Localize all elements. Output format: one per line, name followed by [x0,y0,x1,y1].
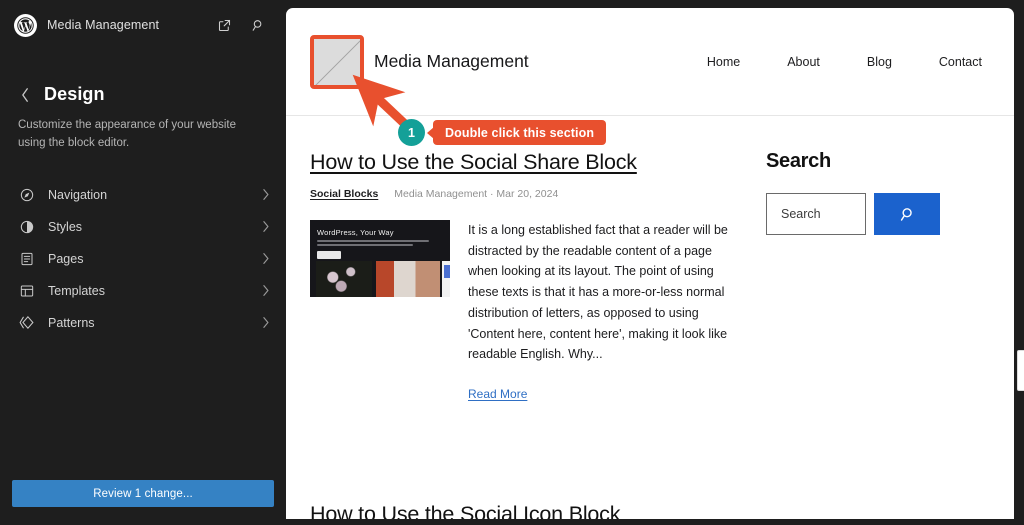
search-icon [898,205,917,224]
thumbnail-line [317,239,429,242]
search-widget-title: Search [766,150,831,172]
sidebar-footer: Review 1 change... [0,480,286,525]
post-column: How to Use the Social Share Block Social… [310,150,742,403]
sidebar-item-styles[interactable]: Styles [0,211,286,243]
editor-canvas-wrap: Media Management Home About Blog Contact… [286,0,1024,525]
post-title-link[interactable]: How to Use the Social Share Block [310,150,637,174]
thumbnail-preview-1 [316,260,372,297]
editor-canvas[interactable]: Media Management Home About Blog Contact… [286,8,1014,519]
nav-link-about[interactable]: About [787,55,820,69]
page-title: Design [44,84,105,104]
editor-sidebar: Media Management Design Customize the ap… [0,0,286,525]
design-panel-description: Customize the appearance of your website… [18,119,236,149]
patterns-diamonds-icon [18,314,35,331]
thumbnail-button-shape [317,250,341,259]
sidebar-item-label: Patterns [48,315,95,330]
review-changes-button[interactable]: Review 1 change... [12,480,274,507]
nav-link-blog[interactable]: Blog [867,55,892,69]
thumbnail-line [317,243,413,246]
chevron-right-icon [261,220,270,233]
post-meta: Social Blocks Media Management · Mar 20,… [310,188,742,200]
sidebar-item-label: Styles [48,219,83,234]
post-author-date: Media Management · Mar 20, 2024 [394,187,559,200]
site-header-block[interactable]: Media Management Home About Blog Contact [286,8,1014,116]
chevron-right-icon [261,284,270,297]
pages-document-icon [18,250,35,267]
chevron-right-icon [261,316,270,329]
chevron-right-icon [261,188,270,201]
thumbnail-heading: WordPress, Your Way [317,227,394,237]
sidebar-header: Media Management [0,0,286,50]
post-category-link[interactable]: Social Blocks [310,188,378,200]
styles-contrast-icon [18,218,35,235]
sidebar-item-templates[interactable]: Templates [0,275,286,307]
thumbnail-preview-2 [376,260,440,297]
chevron-left-icon[interactable] [18,85,32,105]
site-navigation[interactable]: Home About Blog Contact [707,55,986,69]
post-excerpt-wrap: It is a long established fact that a rea… [468,220,742,403]
sidebar-site-title: Media Management [47,18,160,32]
toggle-sidebar-button[interactable] [1018,351,1024,390]
post-body: WordPress, Your Way It is a long establi… [310,219,742,403]
site-logo-placeholder-icon[interactable] [314,38,360,85]
toolbar-group-sidebar [1017,350,1024,391]
design-panel-header: Design [0,50,286,105]
sidebar-item-label: Navigation [48,187,108,202]
sidebar-item-navigation[interactable]: Navigation [0,179,286,211]
thumbnail-preview-3 [442,260,450,297]
read-more-link[interactable]: Read More [468,387,527,401]
chevron-right-icon [261,252,270,265]
wordpress-logo-icon[interactable] [14,13,37,37]
search-icon[interactable] [246,13,270,37]
nav-link-contact[interactable]: Contact [939,55,982,69]
post-featured-image[interactable]: WordPress, Your Way [310,219,450,297]
navigation-icon [18,186,35,203]
search-widget: Search [766,193,986,235]
sidebar-item-label: Pages [48,251,84,266]
sidebar-nav: Navigation Styles Pages Templates Patter… [0,179,286,339]
search-input[interactable]: Search [766,193,866,235]
nav-link-home[interactable]: Home [707,55,740,69]
search-submit-button[interactable] [874,193,940,235]
block-toolbar[interactable] [1017,350,1024,391]
sidebar-item-label: Templates [48,283,105,298]
canvas-content: How to Use the Social Share Block Social… [286,116,1014,403]
sidebar-item-pages[interactable]: Pages [0,243,286,275]
block-editor-app: Media Management Design Customize the ap… [0,0,1024,525]
sidebar-item-patterns[interactable]: Patterns [0,307,286,339]
site-logo-selected-block[interactable] [310,34,364,89]
post-excerpt: It is a long established fact that a rea… [468,222,728,362]
templates-layout-icon [18,282,35,299]
next-post-title[interactable]: How to Use the Social Icon Block [310,502,620,519]
sidebar-widget-column: Search Search [766,150,986,403]
site-title-text[interactable]: Media Management [374,51,529,72]
external-link-icon[interactable] [212,13,236,37]
